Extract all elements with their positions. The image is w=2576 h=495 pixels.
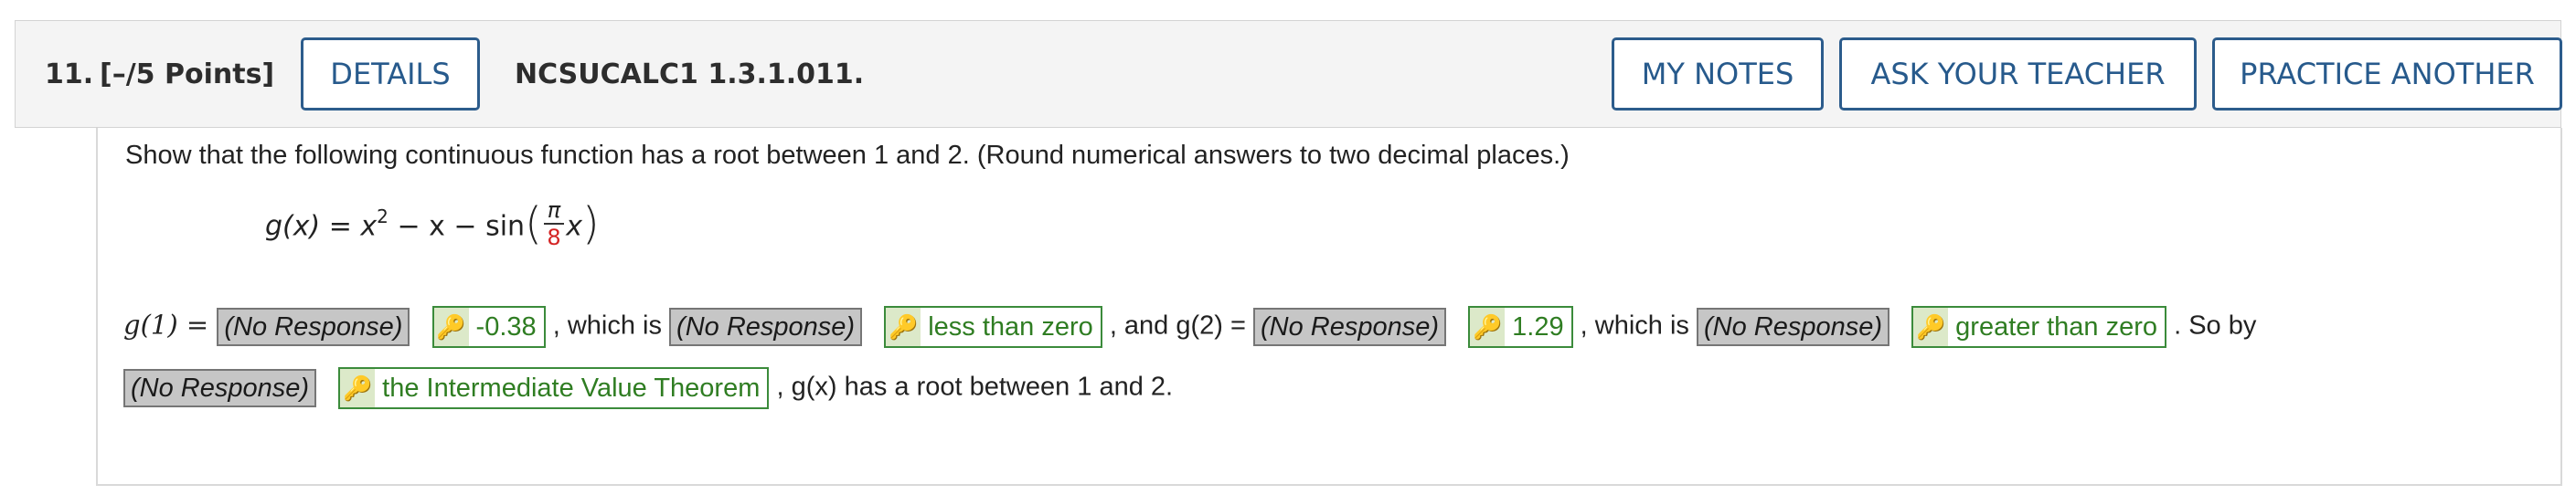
no-response-relation-1: (No Response) [669,308,863,346]
answer-relation-1: 🔑 less than zero [884,306,1102,348]
key-icon: 🔑 [436,313,466,341]
question-prompt: Show that the following continuous funct… [125,141,1570,170]
question-body: Show that the following continuous funct… [96,128,2562,486]
details-button[interactable]: DETAILS [301,37,480,111]
key-icon: 🔑 [889,313,919,341]
no-response-g1: (No Response) [217,308,410,346]
points-label: [–/5 Points] [100,58,275,90]
answer-g2: 🔑 1.29 [1468,306,1573,348]
function-formula: g(x) = x2 − x − sin(π 8 x) [265,197,600,250]
question-number: 11. [45,58,94,90]
key-icon: 🔑 [342,374,373,402]
no-response-theorem: (No Response) [123,369,317,407]
question-id: NCSUCALC1 1.3.1.011. [515,58,865,90]
answer-theorem: 🔑 the Intermediate Value Theorem [338,367,770,409]
g1-label: g(1) = [123,309,218,341]
no-response-g2: (No Response) [1253,308,1447,346]
my-notes-button[interactable]: MY NOTES [1612,37,1824,111]
question-header: 11. [–/5 Points] DETAILS NCSUCALC1 1.3.1… [15,20,2562,128]
answer-g1: 🔑 -0.38 [431,306,546,348]
practice-another-button[interactable]: PRACTICE ANOTHER [2212,37,2562,111]
no-response-relation-2: (No Response) [1697,308,1890,346]
answer-line-2: (No Response) 🔑 the Intermediate Value Th… [123,367,1173,409]
conclusion-text: , g(x) has a root between 1 and 2. [776,372,1174,402]
answer-relation-2: 🔑 greater than zero [1911,306,2167,348]
ask-teacher-button[interactable]: ASK YOUR TEACHER [1839,37,2197,111]
key-icon: 🔑 [1915,313,1946,341]
answer-line-1: g(1) = (No Response) 🔑 -0.38 , which is (… [123,306,2256,348]
key-icon: 🔑 [1472,313,1503,341]
